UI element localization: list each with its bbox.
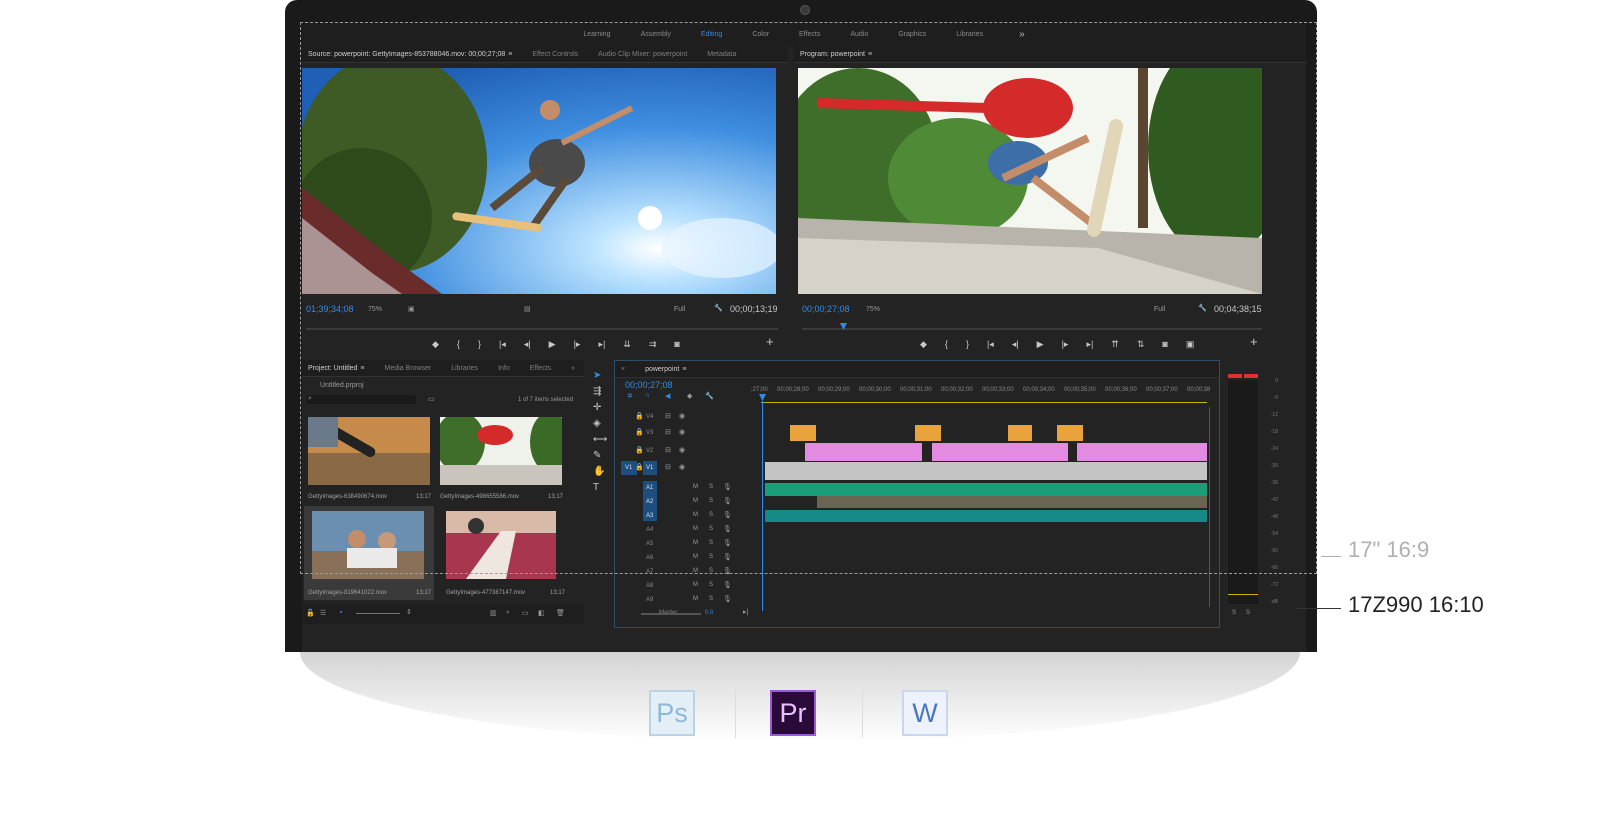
thumb-3-name: GettyImages-819641022.mov	[308, 590, 388, 596]
mute-a9[interactable]: M	[693, 596, 698, 602]
mic-icon[interactable]: 🎙	[723, 581, 732, 589]
icon-separator	[735, 690, 736, 738]
photoshop-app-icon: Ps	[649, 690, 695, 736]
meter-scale-label: -72	[1270, 582, 1278, 588]
automate-icon[interactable]: ▥	[490, 609, 497, 617]
icon-separator	[862, 690, 863, 738]
mute-a8[interactable]: M	[693, 582, 698, 588]
new-bin-footer-icon[interactable]: ▭	[522, 609, 529, 617]
word-app-icon: W	[902, 690, 948, 736]
find-icon[interactable]: ⌕	[506, 609, 510, 617]
label-line-16-10	[1296, 608, 1341, 609]
list-view-icon[interactable]: ☰	[320, 609, 326, 617]
trash-icon[interactable]: 🗑	[556, 609, 565, 617]
mic-icon[interactable]: 🎙	[723, 595, 732, 603]
label-line-16-9	[1321, 556, 1341, 557]
thumb-size-slider[interactable]	[356, 613, 400, 614]
label-16-9: 17" 16:9	[1348, 537, 1430, 562]
meter-solo-right[interactable]: S	[1246, 610, 1250, 616]
track-label-a8: A8	[646, 583, 654, 589]
aspect-guide-16-9	[300, 22, 1317, 574]
meter-scale-label: -dB	[1270, 599, 1278, 605]
meter-solo-left[interactable]: S	[1232, 610, 1236, 616]
sort-icon[interactable]: ⇕	[406, 608, 412, 616]
thumb-4-name: GettyImages-477387147.mov	[446, 590, 526, 596]
meter-floor	[1228, 594, 1258, 595]
thumb-4-duration: 13;17	[550, 590, 566, 596]
master-goto-end-icon[interactable]: ▸|	[743, 608, 748, 616]
master-volume-value[interactable]: 0.0	[705, 610, 713, 616]
premiere-app-icon: Pr	[770, 690, 816, 736]
thumb-3-duration: 13;17	[416, 590, 432, 596]
lock-icon[interactable]: 🔓	[306, 609, 315, 617]
icon-view-icon[interactable]: ▪	[340, 609, 342, 616]
track-label-a9: A9	[646, 597, 654, 603]
solo-a9[interactable]: S	[709, 596, 713, 602]
new-item-icon[interactable]: ◧	[538, 609, 545, 617]
timeline-hscroll[interactable]	[641, 613, 701, 615]
webcam-icon	[800, 5, 810, 15]
solo-a8[interactable]: S	[709, 582, 713, 588]
label-16-10: 17Z990 16:10	[1348, 592, 1484, 617]
